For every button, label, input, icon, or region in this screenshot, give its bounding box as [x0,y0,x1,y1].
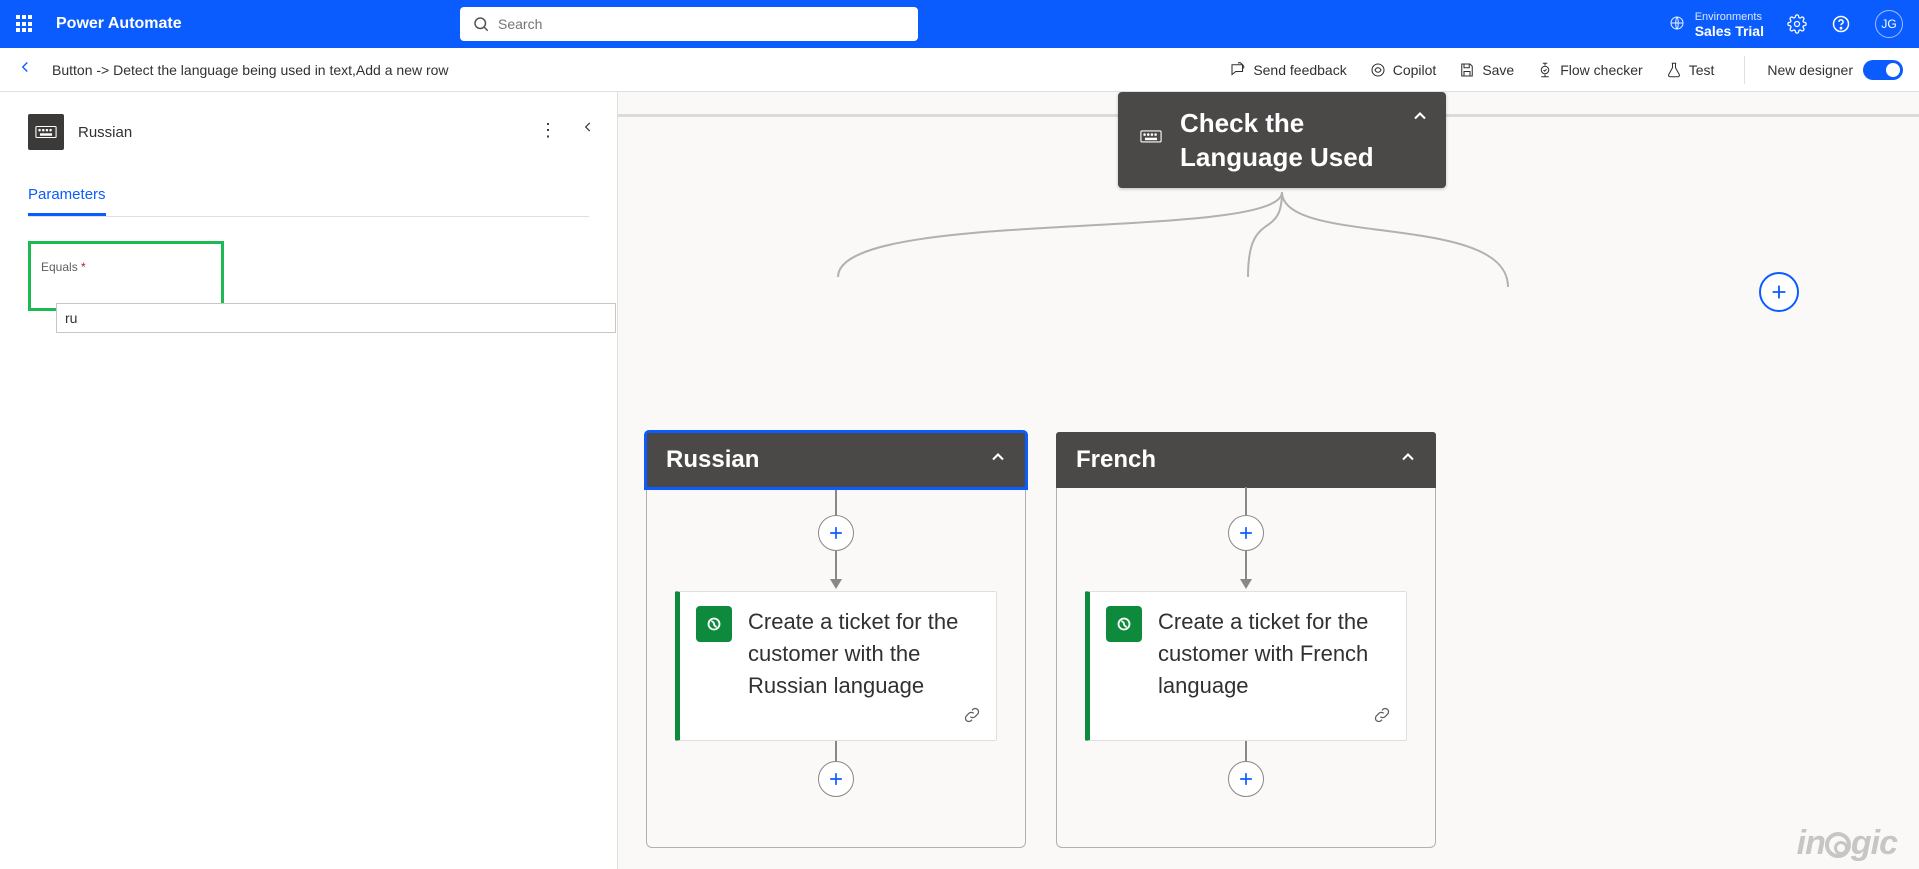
connection-icon [962,705,982,730]
properties-panel: Russian ⋮ Parameters Equals * [0,92,618,869]
action-card[interactable]: Create a ticket for the customer with Fr… [1085,591,1407,741]
environment-name: Sales Trial [1695,24,1764,38]
flow-checker-button[interactable]: Flow checker [1536,61,1642,79]
keyboard-icon [28,114,64,150]
more-options-icon[interactable]: ⋮ [539,120,557,141]
watermark: ingic [1797,824,1897,863]
save-button[interactable]: Save [1458,61,1514,79]
keyboard-icon [1140,130,1162,146]
top-header: Power Automate Environments Sales Trial … [0,0,1919,48]
search-icon [472,15,490,33]
search-input[interactable] [498,16,906,32]
switch-title: Check the Language Used [1180,106,1396,174]
dataverse-icon [1106,606,1142,642]
environment-label: Environments [1695,10,1764,24]
field-label-equals: Equals * [41,260,86,274]
add-action-button[interactable] [818,515,854,551]
action-title: Create a ticket for the customer with Fr… [1158,606,1390,710]
test-button[interactable]: Test [1665,61,1715,79]
breadcrumb: Button -> Detect the language being used… [52,62,449,78]
equals-input[interactable] [56,303,616,333]
back-button[interactable] [16,58,34,81]
add-case-button[interactable] [1759,272,1799,312]
action-title: Create a ticket for the customer with th… [748,606,980,710]
chevron-up-icon[interactable] [1410,106,1430,131]
command-bar: Button -> Detect the language being used… [0,48,1919,92]
dataverse-icon [696,606,732,642]
chevron-up-icon[interactable] [1398,446,1418,474]
help-icon[interactable] [1831,14,1851,34]
search-box[interactable] [460,7,918,41]
case-branch-french[interactable]: French [1056,432,1436,848]
globe-icon [1669,15,1685,34]
add-action-button[interactable] [1228,515,1264,551]
brand-title: Power Automate [56,15,182,33]
case-header-french[interactable]: French [1056,432,1436,488]
toggle-switch[interactable] [1863,60,1903,80]
send-feedback-button[interactable]: Send feedback [1229,61,1346,79]
panel-tabs: Parameters [28,186,589,217]
collapse-panel-icon[interactable] [581,118,595,139]
chevron-up-icon[interactable] [988,446,1008,474]
environment-picker[interactable]: Environments Sales Trial [1669,10,1764,38]
header-actions: JG [1787,10,1903,38]
case-branch-russian[interactable]: Russian [646,432,1026,848]
user-avatar[interactable]: JG [1875,10,1903,38]
designer-canvas[interactable]: Check the Language Used Russian [618,92,1919,869]
case-header-russian[interactable]: Russian [646,432,1026,488]
switch-action-card[interactable]: Check the Language Used [1118,92,1446,188]
panel-title: Russian [78,124,132,141]
app-launcher-icon[interactable] [16,15,34,33]
new-designer-toggle[interactable]: New designer [1767,60,1903,80]
connection-icon [1372,705,1392,730]
action-card[interactable]: Create a ticket for the customer with th… [675,591,997,741]
add-action-button[interactable] [1228,761,1264,797]
highlighted-field-annotation: Equals * [28,241,224,311]
copilot-button[interactable]: Copilot [1369,61,1437,79]
gear-icon[interactable] [1787,14,1807,34]
tab-parameters[interactable]: Parameters [28,186,106,216]
add-action-button[interactable] [818,761,854,797]
